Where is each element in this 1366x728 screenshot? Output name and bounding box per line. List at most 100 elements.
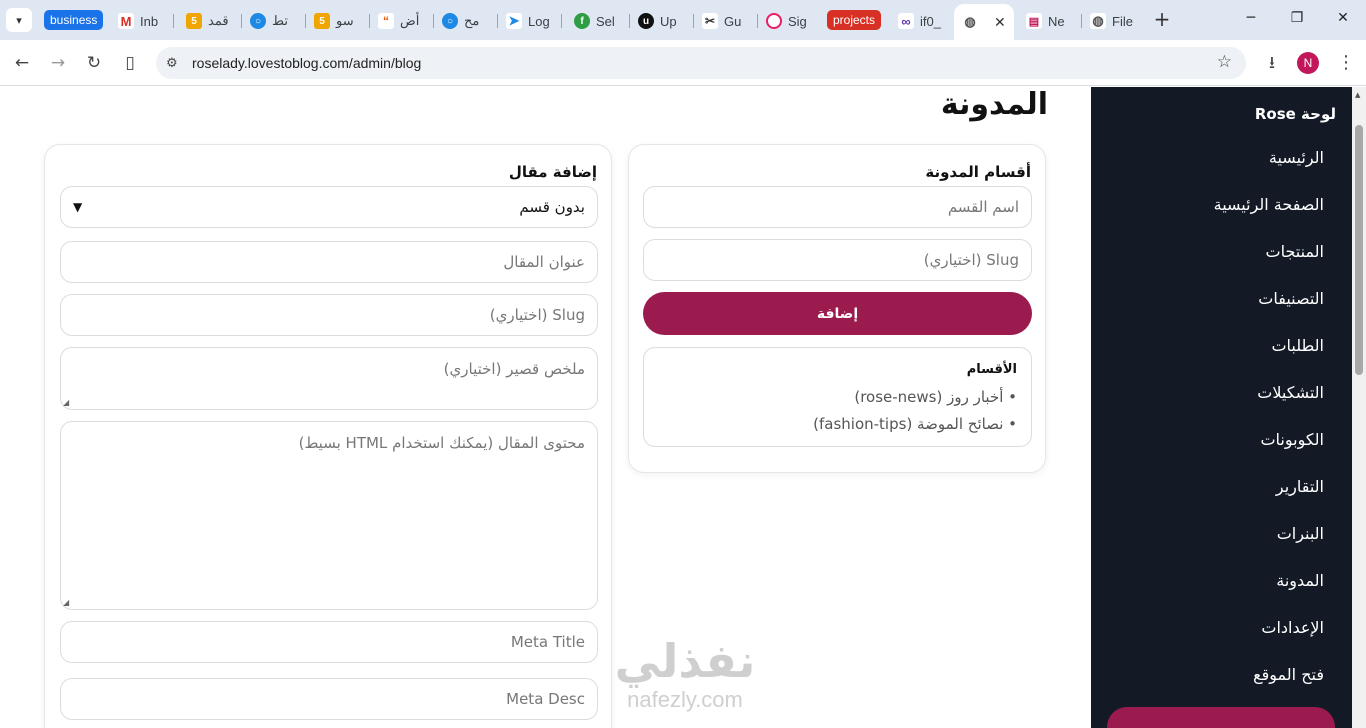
globe-icon: ◍ xyxy=(1090,13,1106,29)
upwork-icon: u xyxy=(638,13,654,29)
tab-separator xyxy=(629,14,630,28)
tab-group-business[interactable]: business xyxy=(44,10,104,30)
bookmark-star-icon[interactable]: ☆ xyxy=(1217,52,1232,72)
sidebar-item-homepage[interactable]: الصفحة الرئيسية xyxy=(1214,195,1324,214)
post-title-placeholder: عنوان المقال xyxy=(503,253,585,271)
tab-site-4[interactable]: “ أض xyxy=(372,8,430,34)
sidebar-logout-button[interactable] xyxy=(1107,707,1335,728)
add-post-title: إضافة مقال xyxy=(508,163,597,181)
close-tab-icon[interactable]: ✕ xyxy=(994,14,1006,31)
reload-icon[interactable]: ↻ xyxy=(82,51,106,75)
tab-sel[interactable]: f Sel xyxy=(568,8,626,34)
sidebar-item-categories[interactable]: التصنيفات xyxy=(1258,289,1324,308)
post-title-input[interactable]: عنوان المقال xyxy=(60,241,598,283)
tab-label: File xyxy=(1112,13,1133,29)
tab-ne[interactable]: ▤ Ne xyxy=(1020,8,1078,34)
post-slug-input[interactable]: Slug (اختياري) xyxy=(60,294,598,336)
tab-if0[interactable]: ∞ if0_ xyxy=(892,8,950,34)
resize-handle-icon[interactable]: ◢ xyxy=(63,398,69,407)
meta-desc-input[interactable]: Meta Desc xyxy=(60,678,598,720)
sidebar-item-banners[interactable]: البنرات xyxy=(1277,524,1324,543)
tab-gu[interactable]: ✂ Gu xyxy=(696,8,754,34)
resize-handle-icon[interactable]: ◢ xyxy=(63,598,69,607)
post-content-textarea[interactable]: محتوى المقال (يمكنك استخدام HTML بسيط) ◢ xyxy=(60,421,598,610)
category-slug-input[interactable]: Slug (اختياري) xyxy=(643,239,1032,281)
add-post-card: إضافة مقال بدون قسم ▼ عنوان المقال Slug … xyxy=(44,144,612,728)
tab-separator xyxy=(369,14,370,28)
tab-site-1[interactable]: 5 قمد xyxy=(180,8,238,34)
sidebar-item-reports[interactable]: التقارير xyxy=(1276,477,1324,496)
tab-label: أض xyxy=(400,13,420,28)
back-icon[interactable]: ← xyxy=(10,51,34,75)
meta-title-input[interactable]: Meta Title xyxy=(60,621,598,663)
tab-search-dropdown-icon[interactable]: ▾ xyxy=(6,8,32,32)
menu-icon[interactable]: ⋮ xyxy=(1334,51,1358,75)
sidebar-item-open-site[interactable]: فتح الموقع xyxy=(1253,665,1324,684)
site-info-icon[interactable]: ⚙ xyxy=(166,56,182,71)
post-excerpt-textarea[interactable]: ملخص قصير (اختياري) ◢ xyxy=(60,347,598,410)
tab-group-projects[interactable]: projects xyxy=(827,10,882,30)
scrollbar-thumb[interactable] xyxy=(1355,125,1363,375)
categories-title: أقسام المدونة xyxy=(925,163,1031,181)
sidebar-item-collections[interactable]: التشكيلات xyxy=(1257,383,1324,402)
sidebar-item-products[interactable]: المنتجات xyxy=(1266,242,1325,261)
tab-label: تط xyxy=(272,13,288,28)
tab-label: Gu xyxy=(724,13,742,29)
sidebar-brand: لوحة Rose xyxy=(1254,105,1336,123)
sidebar-item-coupons[interactable]: الكوبونات xyxy=(1260,430,1324,449)
admin-sidebar: لوحة Rose الرئيسية الصفحة الرئيسية المنت… xyxy=(1091,87,1352,728)
categories-list-title: الأقسام xyxy=(966,362,1017,377)
new-tab-icon[interactable]: + xyxy=(1152,9,1172,31)
post-excerpt-placeholder: ملخص قصير (اختياري) xyxy=(443,360,585,378)
sidebar-item-settings[interactable]: الإعدادات xyxy=(1261,618,1324,637)
forward-icon[interactable]: → xyxy=(46,51,70,75)
sidebar-item-blog[interactable]: المدونة xyxy=(1276,571,1324,590)
nafezly-watermark: نفذلي nafezly.com xyxy=(600,635,770,713)
page-content: المدونة إضافة مقال بدون قسم ▼ عنوان المق… xyxy=(0,87,1366,728)
tab-separator xyxy=(693,14,694,28)
tab-label: Up xyxy=(660,13,677,29)
tab-up[interactable]: u Up xyxy=(632,8,690,34)
page-title: المدونة xyxy=(940,87,1048,122)
chevron-down-icon: ▼ xyxy=(73,200,83,214)
tab-separator xyxy=(305,14,306,28)
tab-separator xyxy=(173,14,174,28)
sidebar-item-orders[interactable]: الطلبات xyxy=(1271,336,1324,355)
globe-icon: ◍ xyxy=(962,14,978,30)
page-scrollbar[interactable]: ▲ xyxy=(1352,87,1366,728)
fiverr-icon: f xyxy=(574,13,590,29)
circle-app-icon: ○ xyxy=(442,13,458,29)
tab-label: قمد xyxy=(208,13,229,28)
tab-active-admin[interactable]: ◍ ✕ xyxy=(954,4,1014,40)
gmail-icon: M xyxy=(118,13,134,29)
reading-mode-icon[interactable]: ▯ xyxy=(118,51,142,75)
category-select[interactable]: بدون قسم ▼ xyxy=(60,186,598,228)
close-window-icon[interactable]: ✕ xyxy=(1332,10,1354,30)
add-category-button[interactable]: إضافة xyxy=(643,292,1032,335)
address-bar[interactable]: ⚙ roselady.lovestoblog.com/admin/blog ☆ xyxy=(156,47,1246,79)
tab-label: Ne xyxy=(1048,13,1065,29)
download-icon[interactable]: ⭳ xyxy=(1260,51,1284,75)
blog-categories-card: أقسام المدونة اسم القسم Slug (اختياري) إ… xyxy=(628,144,1046,473)
url-text[interactable]: roselady.lovestoblog.com/admin/blog xyxy=(192,55,421,71)
tab-log[interactable]: ➤ Log xyxy=(500,8,558,34)
scroll-up-icon[interactable]: ▲ xyxy=(1355,91,1360,99)
category-name-placeholder: اسم القسم xyxy=(947,198,1019,216)
five-icon: 5 xyxy=(186,13,202,29)
meta-title-placeholder: Meta Title xyxy=(510,633,585,651)
tab-separator xyxy=(757,14,758,28)
tab-label: if0_ xyxy=(920,13,941,29)
tab-site-3[interactable]: 5 سو xyxy=(308,8,366,34)
post-slug-placeholder: Slug (اختياري) xyxy=(489,306,585,324)
tab-gmail[interactable]: M Inb xyxy=(112,8,170,34)
tab-file[interactable]: ◍ File xyxy=(1084,8,1142,34)
sidebar-item-home[interactable]: الرئيسية xyxy=(1269,148,1324,167)
tab-separator xyxy=(561,14,562,28)
profile-avatar[interactable]: N xyxy=(1297,52,1319,74)
minimize-icon[interactable]: ─ xyxy=(1240,10,1262,30)
restore-icon[interactable]: ❐ xyxy=(1286,10,1308,30)
tab-site-2[interactable]: ○ تط xyxy=(244,8,302,34)
tab-sig[interactable]: Sig xyxy=(760,8,818,34)
category-name-input[interactable]: اسم القسم xyxy=(643,186,1032,228)
tab-site-5[interactable]: ○ مح xyxy=(436,8,494,34)
